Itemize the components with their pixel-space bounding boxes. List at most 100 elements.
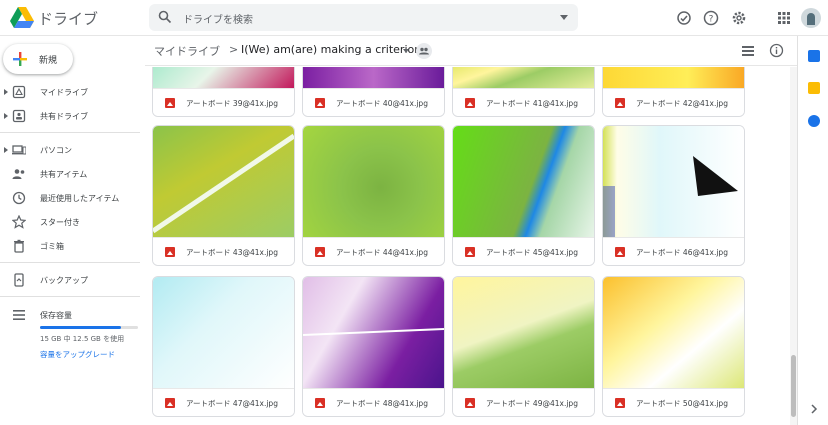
shared-folder-icon [416,43,432,59]
file-thumbnail[interactable] [453,67,594,88]
chevron-right-icon[interactable] [810,404,818,414]
search-options-icon[interactable] [560,15,568,20]
image-file-icon [465,247,475,257]
app-title[interactable]: ドライブ [38,8,98,29]
recent-icon [12,191,26,205]
sidebar-divider [0,132,140,133]
upgrade-storage-link[interactable]: 容量をアップグレード [40,349,115,360]
sidebar-item-recent[interactable]: 最近使用したアイテム [0,187,140,209]
sidebar-item-label: ゴミ箱 [40,242,64,251]
file-card[interactable]: アートボード 49@41x.jpg [452,276,595,417]
search-input[interactable]: ドライブを検索 [183,11,253,26]
expand-arrow-icon[interactable] [4,147,8,153]
thumbnail-triangle-graphic [603,156,738,238]
keep-icon[interactable] [808,82,820,94]
image-file-icon [315,398,325,408]
sidebar-item-label: マイドライブ [40,88,88,97]
help-icon[interactable]: ? [703,10,719,26]
file-thumbnail[interactable] [303,126,444,238]
file-thumbnail[interactable] [303,277,444,389]
storage-icon [13,310,25,320]
top-bar: ドライブ ドライブを検索 ? [0,0,828,36]
sidebar-item-label: 最近使用したアイテム [40,194,120,203]
file-card[interactable]: アートボード 40@41x.jpg [302,67,445,117]
sidebar-item-shared-with-me[interactable]: 共有アイテム [0,163,140,185]
file-name: アートボード 47@41x.jpg [186,399,278,408]
file-name: アートボード 48@41x.jpg [336,399,428,408]
image-file-icon [615,247,625,257]
sidebar-item-label: 共有ドライブ [40,112,88,121]
calendar-icon[interactable] [808,50,820,62]
shared-drives-icon [12,109,26,123]
trash-icon [14,239,24,253]
file-thumbnail[interactable] [603,126,744,238]
search-box[interactable]: ドライブを検索 [149,4,578,31]
sidebar-item-starred[interactable]: スター付き [0,211,140,233]
file-thumbnail[interactable] [153,126,294,238]
file-thumbnail[interactable] [453,126,594,238]
computer-icon [12,145,26,155]
file-name: アートボード 41@41x.jpg [486,99,578,108]
file-card[interactable]: アートボード 39@41x.jpg [152,67,295,117]
file-thumbnail[interactable] [603,67,744,88]
backup-icon [14,273,24,287]
tasks-icon[interactable] [808,115,820,127]
file-name: アートボード 44@41x.jpg [336,248,428,257]
image-file-icon [615,98,625,108]
file-card[interactable]: アートボード 41@41x.jpg [452,67,595,117]
sidebar-item-shared-drives[interactable]: 共有ドライブ [0,105,140,127]
apps-grid-icon[interactable] [776,10,792,26]
list-view-icon[interactable] [741,44,755,58]
my-drive-icon [12,85,26,99]
drive-logo-icon[interactable] [10,7,34,28]
sidebar-item-label: パソコン [40,146,72,155]
sidebar-item-storage[interactable]: 保存容量 [0,304,140,326]
sidebar-divider [0,262,140,263]
file-name: アートボード 50@41x.jpg [636,399,728,408]
info-icon[interactable] [769,43,784,58]
svg-text:?: ? [709,15,714,25]
shared-with-me-icon [12,169,25,179]
file-card[interactable]: アートボード 47@41x.jpg [152,276,295,417]
sidebar-item-label: 共有アイテム [40,170,88,179]
new-button[interactable]: 新規 [3,44,73,74]
image-file-icon [465,98,475,108]
file-card[interactable]: アートボード 50@41x.jpg [602,276,745,417]
breadcrumb-root[interactable]: マイドライブ [154,43,220,59]
file-card[interactable]: アートボード 42@41x.jpg [602,67,745,117]
file-name: アートボード 43@41x.jpg [186,248,278,257]
expand-arrow-icon[interactable] [4,89,8,95]
file-card[interactable]: アートボード 45@41x.jpg [452,125,595,266]
breadcrumb-separator: > [229,43,239,56]
file-name: アートボード 40@41x.jpg [336,99,428,108]
file-thumbnail[interactable] [303,67,444,88]
sidebar-item-my-drive[interactable]: マイドライブ [0,81,140,103]
file-card[interactable]: アートボード 43@41x.jpg [152,125,295,266]
scrollbar-thumb[interactable] [791,355,796,417]
storage-meter [40,326,138,329]
sidebar-item-backup[interactable]: バックアップ [0,269,140,291]
file-card[interactable]: アートボード 48@41x.jpg [302,276,445,417]
image-file-icon [315,247,325,257]
image-file-icon [315,98,325,108]
image-file-icon [165,398,175,408]
settings-gear-icon[interactable] [731,10,747,26]
sidebar: 新規 マイドライブ 共有ドライブ パソコン 共有アイテム 最近使用したアイテム … [0,36,145,425]
file-thumbnail[interactable] [153,67,294,88]
file-thumbnail[interactable] [153,277,294,389]
file-thumbnail[interactable] [453,277,594,389]
file-thumbnail[interactable] [603,277,744,389]
account-avatar[interactable] [801,8,821,28]
file-card[interactable]: アートボード 46@41x.jpg [602,125,745,266]
sidebar-item-label: 保存容量 [40,311,72,320]
file-card[interactable]: アートボード 44@41x.jpg [302,125,445,266]
folder-menu-caret-icon[interactable] [403,49,409,53]
breadcrumb-current-folder[interactable]: I(We) am(are) making a criterion [241,43,421,56]
search-icon[interactable] [158,10,172,24]
offline-status-icon[interactable] [676,10,692,26]
sidebar-item-computers[interactable]: パソコン [0,139,140,161]
sidebar-item-trash[interactable]: ゴミ箱 [0,235,140,257]
expand-arrow-icon[interactable] [4,113,8,119]
thumbnail-stripe-graphic [153,133,294,234]
image-file-icon [615,398,625,408]
